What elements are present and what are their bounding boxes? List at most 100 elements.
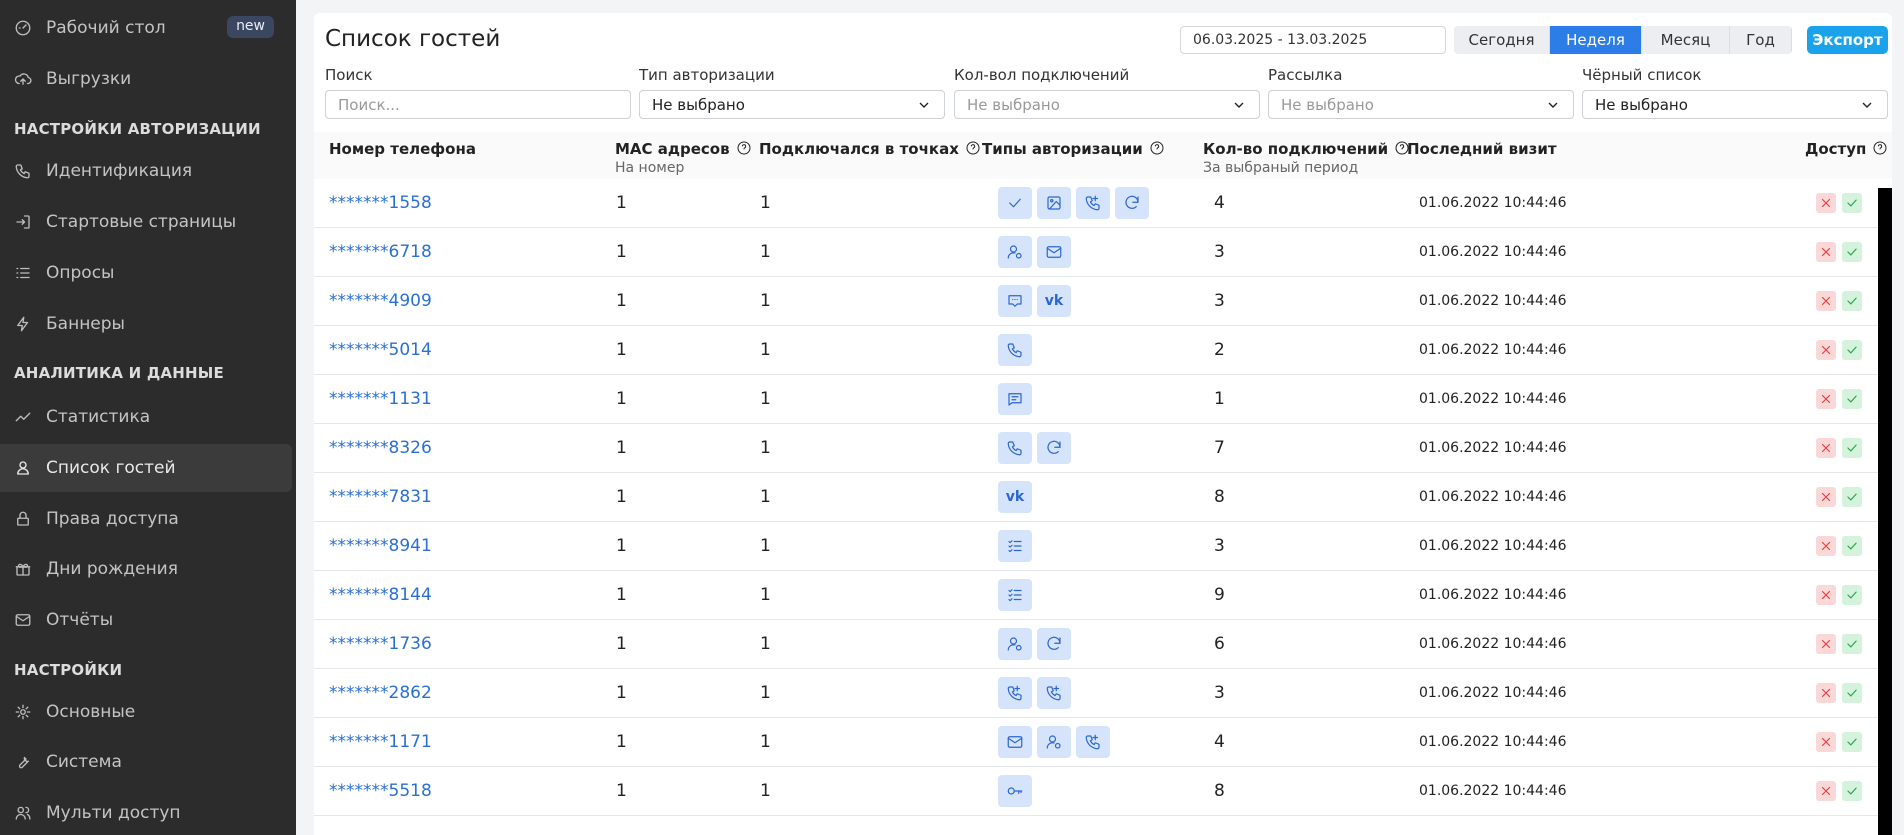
deny-button[interactable]: [1816, 536, 1836, 556]
period-2-button[interactable]: Месяц: [1642, 26, 1730, 54]
user-settings-icon: [998, 236, 1032, 268]
sidebar-item-label: Статистика: [46, 407, 151, 427]
sidebar-item-login[interactable]: Стартовые страницы: [0, 198, 292, 246]
filter-select-1[interactable]: Не выбрано: [639, 90, 945, 119]
sidebar-item-list[interactable]: Опросы: [0, 249, 292, 297]
connections-count: 4: [1214, 732, 1225, 752]
help-icon[interactable]: [1149, 140, 1165, 156]
phone-link[interactable]: *******2862: [329, 669, 432, 717]
date-range-input[interactable]: 06.03.2025 - 13.03.2025: [1180, 26, 1446, 54]
sidebar-item-trend[interactable]: Статистика: [0, 393, 292, 441]
sidebar-item-mail[interactable]: Отчёты: [0, 596, 292, 644]
deny-button[interactable]: [1816, 781, 1836, 801]
sidebar-item-wrench[interactable]: Система: [0, 738, 292, 786]
allow-button[interactable]: [1842, 781, 1862, 801]
phone-link[interactable]: *******5014: [329, 326, 432, 374]
phone-link[interactable]: *******1558: [329, 179, 432, 227]
gear-icon: [14, 703, 32, 721]
sidebar-item-lock[interactable]: Права доступа: [0, 495, 292, 543]
sidebar-item-user[interactable]: Список гостей: [0, 444, 292, 492]
connections-count: 1: [1214, 389, 1225, 409]
allow-button[interactable]: [1842, 193, 1862, 213]
table-row[interactable]: *******4909 1 1 vk 3 01.06.2022 10:44:46: [314, 277, 1878, 326]
deny-button[interactable]: [1816, 585, 1836, 605]
deny-button[interactable]: [1816, 389, 1836, 409]
table-row[interactable]: *******1558 1 1 4 01.06.2022 10:44:46: [314, 179, 1878, 228]
table-row[interactable]: *******8326 1 1 7 01.06.2022 10:44:46: [314, 424, 1878, 473]
deny-button[interactable]: [1816, 732, 1836, 752]
phone-link[interactable]: *******7831: [329, 473, 432, 521]
last-visit: 01.06.2022 10:44:46: [1419, 685, 1567, 701]
deny-button[interactable]: [1816, 242, 1836, 262]
access-controls: [1816, 767, 1862, 815]
chevron-down-icon: [1231, 97, 1247, 113]
phone-link[interactable]: *******8144: [329, 571, 432, 619]
allow-button[interactable]: [1842, 585, 1862, 605]
allow-button[interactable]: [1842, 536, 1862, 556]
allow-button[interactable]: [1842, 242, 1862, 262]
sidebar-item-gauge[interactable]: Рабочий стол new: [0, 4, 292, 52]
table-row[interactable]: *******5014 1 1 2 01.06.2022 10:44:46: [314, 326, 1878, 375]
sidebar-item-bolt[interactable]: Баннеры: [0, 300, 292, 348]
table-row[interactable]: *******8941 1 1 3 01.06.2022 10:44:46: [314, 522, 1878, 571]
allow-button[interactable]: [1842, 732, 1862, 752]
sidebar-item-gear[interactable]: Основные: [0, 688, 292, 736]
phone-link[interactable]: *******5518: [329, 767, 432, 815]
deny-button[interactable]: [1816, 193, 1836, 213]
phone-link[interactable]: *******8941: [329, 522, 432, 570]
help-icon[interactable]: [1872, 140, 1888, 156]
sidebar-item-gift[interactable]: Дни рождения: [0, 545, 292, 593]
deny-button[interactable]: [1816, 634, 1836, 654]
help-icon[interactable]: [965, 140, 981, 156]
message-icon: [998, 285, 1032, 317]
phone-link[interactable]: *******1131: [329, 375, 432, 423]
phone-link[interactable]: *******8326: [329, 424, 432, 472]
sidebar-item-users[interactable]: Мульти доступ: [0, 789, 292, 835]
phone-link[interactable]: *******1171: [329, 718, 432, 766]
table-row[interactable]: *******5518 1 1 8 01.06.2022 10:44:46: [314, 767, 1878, 816]
export-button[interactable]: Экспорт: [1807, 26, 1888, 54]
sidebar-item-label: Баннеры: [46, 314, 125, 334]
phone-link[interactable]: *******4909: [329, 277, 432, 325]
deny-button[interactable]: [1816, 438, 1836, 458]
table-scrollbar[interactable]: [1878, 188, 1892, 835]
allow-button[interactable]: [1842, 389, 1862, 409]
sidebar-item-phone[interactable]: Идентификация: [0, 147, 292, 195]
new-badge: new: [227, 16, 274, 38]
trend-icon: [14, 408, 32, 426]
allow-button[interactable]: [1842, 487, 1862, 507]
sidebar-item-cloud-upload[interactable]: Выгрузки: [0, 55, 292, 103]
allow-button[interactable]: [1842, 683, 1862, 703]
phone-link[interactable]: *******6718: [329, 228, 432, 276]
table-row[interactable]: *******1171 1 1 4 01.06.2022 10:44:46: [314, 718, 1878, 767]
filter-select-2[interactable]: Не выбрано: [954, 90, 1260, 119]
allow-button[interactable]: [1842, 340, 1862, 360]
mac-count: 1: [616, 438, 627, 458]
search-input[interactable]: Поиск...: [325, 90, 631, 119]
filter-select-4[interactable]: Не выбрано: [1582, 90, 1888, 119]
access-buttons: [1816, 193, 1862, 213]
period-0-button[interactable]: Сегодня: [1454, 26, 1550, 54]
allow-button[interactable]: [1842, 634, 1862, 654]
period-3-button[interactable]: Год: [1730, 26, 1792, 54]
table-row[interactable]: *******7831 1 1 vk 8 01.06.2022 10:44:46: [314, 473, 1878, 522]
table-row[interactable]: *******6718 1 1 3 01.06.2022 10:44:46: [314, 228, 1878, 277]
filter-select-3[interactable]: Не выбрано: [1268, 90, 1574, 119]
column-header: Кол-во подключений: [1203, 140, 1410, 158]
deny-button[interactable]: [1816, 291, 1836, 311]
table-row[interactable]: *******8144 1 1 9 01.06.2022 10:44:46: [314, 571, 1878, 620]
deny-button[interactable]: [1816, 340, 1836, 360]
help-icon[interactable]: [736, 140, 752, 156]
access-controls: [1816, 620, 1862, 668]
table-row[interactable]: *******2862 1 1 3 01.06.2022 10:44:46: [314, 669, 1878, 718]
phone-link[interactable]: *******1736: [329, 620, 432, 668]
points-count: 1: [760, 585, 771, 605]
access-controls: [1816, 277, 1862, 325]
allow-button[interactable]: [1842, 291, 1862, 311]
deny-button[interactable]: [1816, 683, 1836, 703]
table-row[interactable]: *******1131 1 1 1 01.06.2022 10:44:46: [314, 375, 1878, 424]
allow-button[interactable]: [1842, 438, 1862, 458]
period-1-button[interactable]: Неделя: [1550, 26, 1642, 54]
deny-button[interactable]: [1816, 487, 1836, 507]
table-row[interactable]: *******1736 1 1 6 01.06.2022 10:44:46: [314, 620, 1878, 669]
